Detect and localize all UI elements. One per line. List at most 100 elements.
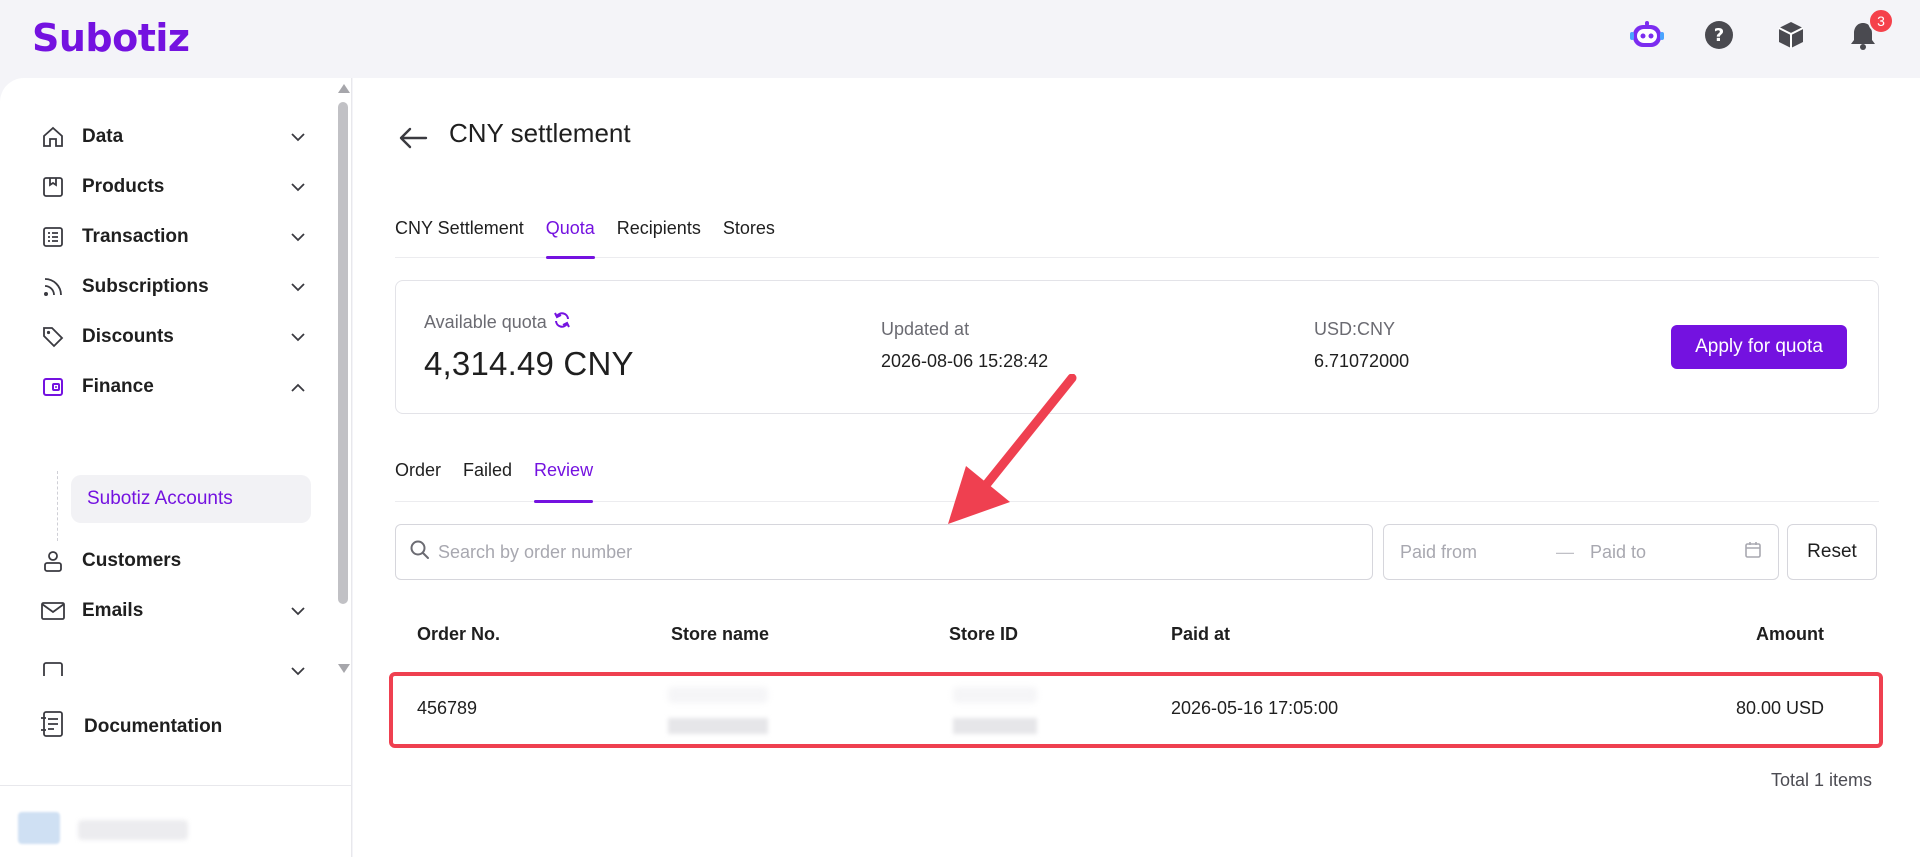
- sidebar-item-partial[interactable]: [38, 648, 308, 676]
- exchange-rate-value: 6.71072000: [1314, 351, 1410, 371]
- store-name-redacted: [668, 718, 768, 734]
- paid-to-placeholder[interactable]: Paid to: [1590, 542, 1744, 563]
- chevron-up-icon: [288, 377, 308, 397]
- exchange-rate-label: USD:CNY: [1314, 319, 1396, 339]
- submenu-guide-line: [57, 471, 58, 541]
- refresh-icon[interactable]: [553, 311, 571, 334]
- sidebar-item-label: Discounts: [82, 326, 174, 347]
- sidebar-subitem-subotiz-accounts[interactable]: Subotiz Accounts: [71, 475, 311, 523]
- bell-icon[interactable]: 3: [1846, 8, 1894, 52]
- tab-failed[interactable]: Failed: [463, 446, 512, 502]
- sidebar-item-label: Data: [82, 126, 124, 147]
- robot-assistant-icon[interactable]: [1630, 18, 1664, 52]
- page-title: CNY settlement: [449, 118, 631, 148]
- chevron-down-icon: [288, 277, 308, 297]
- sidebar-item-emails[interactable]: Emails: [38, 588, 308, 634]
- cell-paid-at: 2026-05-16 17:05:00: [1171, 698, 1339, 718]
- paid-from-placeholder[interactable]: Paid from: [1400, 542, 1556, 563]
- help-icon[interactable]: ?: [1702, 18, 1736, 52]
- sidebar-item-transaction[interactable]: Transaction: [38, 214, 308, 260]
- store-name-redacted: [668, 687, 768, 703]
- quota-card: Available quota 4,314.49 CNY Updated at …: [395, 280, 1879, 414]
- scroll-down-arrow[interactable]: [338, 664, 350, 673]
- tab-review[interactable]: Review: [534, 446, 594, 503]
- sidebar-item-label: Emails: [82, 600, 144, 621]
- available-quota-value: 4,314.49 CNY: [424, 345, 634, 382]
- calendar-icon: [38, 656, 68, 676]
- pagination-total: Total 1 items: [1770, 770, 1872, 790]
- wallet-icon: [38, 372, 68, 402]
- updated-at-value: 2026-08-06 15:28:42: [881, 351, 1049, 371]
- search-input[interactable]: [438, 541, 1338, 563]
- mail-icon: [38, 596, 68, 626]
- tab-cny-settlement[interactable]: CNY Settlement: [395, 208, 524, 258]
- apply-for-quota-button[interactable]: Apply for quota: [1671, 325, 1847, 369]
- home-icon: [38, 122, 68, 152]
- tab-quota[interactable]: Quota: [545, 208, 595, 259]
- sidebar-item-label: Products: [82, 176, 165, 197]
- tag-icon: [38, 322, 68, 352]
- user-icon: [38, 546, 68, 576]
- chevron-down-icon: [288, 177, 308, 197]
- available-quota-text: Available quota: [424, 312, 547, 332]
- sidebar-item-subscriptions[interactable]: Subscriptions: [38, 264, 308, 310]
- top-icons: ? 3: [1630, 8, 1894, 52]
- package-icon[interactable]: [1774, 18, 1808, 52]
- document-icon: [40, 710, 66, 743]
- sidebar-item-discounts[interactable]: Discounts: [38, 314, 308, 360]
- column-header-paid-at: Paid at: [1171, 624, 1231, 644]
- sidebar-scrollbar[interactable]: [338, 102, 348, 604]
- column-header-store-id: Store ID: [949, 624, 1019, 644]
- column-header-order-no: Order No.: [417, 624, 501, 644]
- sidebar-item-label: Transaction: [82, 226, 189, 247]
- order-status-tabs: Order Failed Review: [395, 446, 1879, 503]
- scroll-up-arrow[interactable]: [338, 84, 350, 93]
- reset-button[interactable]: Reset: [1787, 524, 1877, 580]
- rss-icon: [38, 272, 68, 302]
- available-quota-label: Available quota: [424, 311, 571, 334]
- sidebar-item-products[interactable]: Products: [38, 164, 308, 210]
- store-id-redacted: [953, 718, 1037, 734]
- sidebar-item-customers[interactable]: Customers: [38, 538, 308, 584]
- list-icon: [38, 222, 68, 252]
- tab-order[interactable]: Order: [395, 446, 441, 502]
- sidebar: Data Products Transaction Subscriptions …: [0, 78, 352, 857]
- chevron-down-icon: [288, 661, 308, 676]
- chevron-down-icon: [288, 227, 308, 247]
- search-icon: [410, 540, 430, 565]
- tab-stores[interactable]: Stores: [723, 208, 775, 258]
- account-name-redacted: [78, 820, 188, 840]
- chevron-down-icon: [288, 327, 308, 347]
- settlement-tabs: CNY Settlement Quota Recipients Stores: [395, 208, 1879, 259]
- store-id-redacted: [953, 687, 1037, 703]
- main-panel: CNY settlement CNY Settlement Quota Reci…: [353, 78, 1920, 857]
- subotiz-logo[interactable]: Subotiz: [32, 16, 190, 60]
- column-header-store-name: Store name: [671, 624, 770, 644]
- notification-badge: 3: [1868, 8, 1894, 34]
- tab-recipients[interactable]: Recipients: [617, 208, 701, 258]
- cell-amount: 80.00 USD: [1735, 698, 1824, 718]
- table-row-highlight[interactable]: [389, 672, 1883, 748]
- paid-date-range-picker[interactable]: Paid from — Paid to: [1383, 524, 1779, 580]
- top-bar: Subotiz ? 3: [0, 0, 1920, 78]
- cell-order-no: 456789: [417, 698, 478, 718]
- chevron-down-icon: [288, 127, 308, 147]
- sidebar-item-finance[interactable]: Finance: [38, 364, 308, 410]
- sidebar-item-label: Finance: [82, 376, 154, 397]
- sidebar-item-label: Customers: [82, 550, 182, 571]
- sidebar-nav: Data Products Transaction Subscriptions …: [0, 78, 352, 676]
- chevron-down-icon: [288, 601, 308, 621]
- calendar-icon: [1744, 541, 1762, 564]
- svg-text:?: ?: [1714, 25, 1724, 46]
- sidebar-item-label: Documentation: [84, 715, 223, 737]
- column-header-amount: Amount: [1756, 624, 1824, 644]
- sidebar-item-documentation[interactable]: Documentation: [40, 710, 222, 743]
- sidebar-item-label: Subscriptions: [82, 276, 209, 297]
- date-range-separator: —: [1556, 541, 1574, 562]
- search-field[interactable]: [395, 524, 1373, 580]
- updated-at-label: Updated at: [881, 319, 970, 339]
- products-icon: [38, 172, 68, 202]
- avatar[interactable]: [18, 812, 60, 844]
- sidebar-item-data[interactable]: Data: [38, 114, 308, 160]
- back-arrow-icon[interactable]: [395, 120, 431, 156]
